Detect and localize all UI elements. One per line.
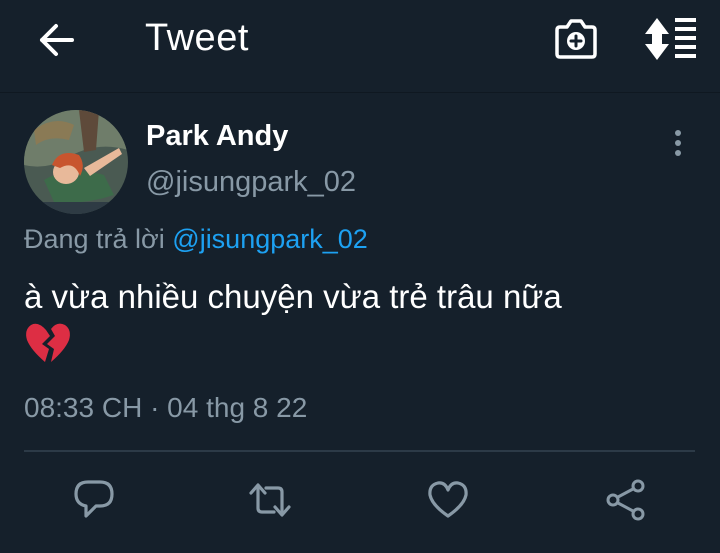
retweet-button[interactable] [248, 478, 292, 522]
sort-button[interactable] [643, 16, 699, 62]
broken-heart-emoji [24, 321, 72, 365]
avatar-image [24, 110, 128, 214]
arrow-left-icon [40, 24, 74, 56]
tweet-detail: Park Andy @jisungpark_02 Đang trả lời @j… [0, 92, 720, 553]
reply-context: Đang trả lời @jisungpark_02 [24, 224, 368, 255]
author-display-name[interactable]: Park Andy [146, 120, 288, 153]
page-title: Tweet [145, 17, 249, 59]
camera-button[interactable] [553, 16, 599, 60]
reply-prefix: Đang trả lời [24, 224, 165, 254]
back-button[interactable] [34, 20, 78, 60]
like-icon [428, 481, 468, 518]
reply-to-link[interactable]: @jisungpark_02 [172, 224, 368, 254]
avatar[interactable] [24, 110, 128, 214]
divider [24, 450, 695, 452]
app-header: Tweet [0, 0, 720, 93]
camera-add-icon [555, 19, 597, 59]
retweet-icon [249, 483, 291, 517]
timestamp[interactable]: 08:33 CH · 04 thg 8 22 [24, 392, 307, 424]
reply-button[interactable] [72, 478, 116, 522]
more-vertical-icon [675, 130, 681, 156]
author-handle[interactable]: @jisungpark_02 [146, 166, 356, 199]
share-icon [606, 479, 645, 521]
sort-lines-icon [645, 18, 696, 60]
share-button[interactable] [604, 478, 648, 522]
like-button[interactable] [426, 478, 470, 522]
tweet-text: à vừa nhiều chuyện vừa trẻ trâu nữa [24, 278, 562, 315]
reply-icon [74, 480, 114, 518]
more-options-button[interactable] [664, 128, 692, 160]
